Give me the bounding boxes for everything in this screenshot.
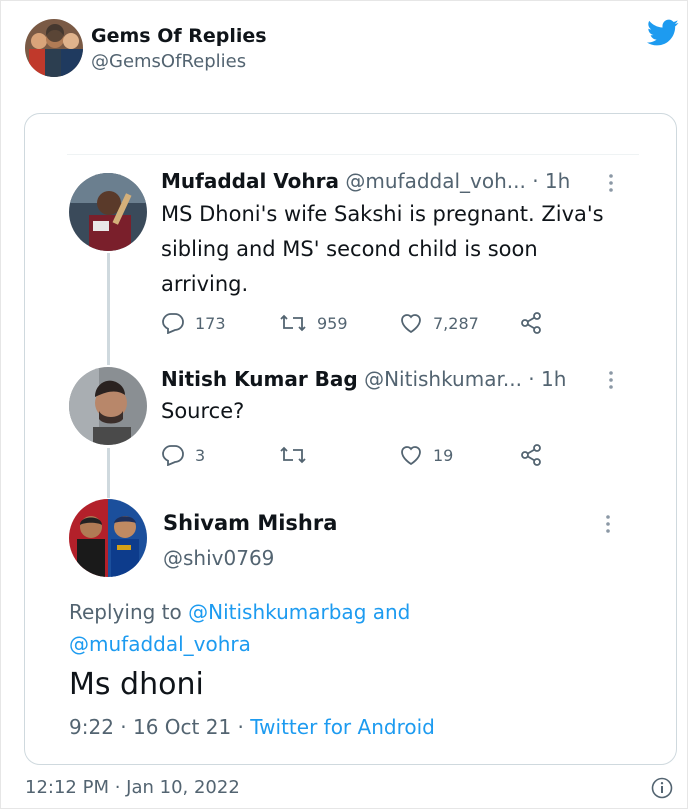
reply-button[interactable]: 173 — [161, 310, 226, 336]
divider — [67, 154, 639, 155]
heart-icon — [401, 446, 421, 466]
tweet-actions: 3 19 — [161, 442, 561, 468]
reply-icon — [162, 313, 184, 334]
share-button[interactable] — [519, 310, 553, 336]
like-count: 19 — [433, 445, 454, 465]
retweet-button[interactable] — [279, 442, 317, 468]
reply-button[interactable]: 3 — [161, 442, 205, 468]
tweet-text: Source? — [161, 399, 245, 423]
replying-to: Replying to @Nitishkumarbag and @mufadda… — [69, 596, 589, 660]
like-button[interactable]: 7,287 — [399, 310, 479, 336]
avatar-nitish[interactable] — [69, 367, 147, 445]
reply-text: Ms dhoni — [69, 667, 204, 702]
mention-link[interactable]: @mufaddal_vohra — [69, 632, 251, 656]
retweet-count: 959 — [317, 313, 348, 333]
more-options-icon[interactable] — [605, 514, 611, 534]
reply-timestamp[interactable]: 9:22 · 16 Oct 21 · — [69, 715, 244, 739]
retweet-icon — [280, 446, 306, 464]
retweet-button[interactable]: 959 — [279, 310, 348, 336]
more-options-icon[interactable] — [608, 173, 614, 193]
author-handle[interactable]: @GemsOfReplies — [91, 51, 246, 72]
tweet-author-name[interactable]: Mufaddal Vohra — [161, 169, 339, 193]
reply-meta: 9:22 · 16 Oct 21 · Twitter for Android — [69, 715, 435, 739]
author-name[interactable]: Gems Of Replies — [91, 25, 267, 47]
replying-prefix: Replying to — [69, 600, 182, 624]
twitter-bird-icon[interactable] — [647, 19, 679, 47]
tweet-timestamp[interactable]: 12:12 PM · Jan 10, 2022 — [25, 777, 240, 798]
tweet-author-name[interactable]: Nitish Kumar Bag — [161, 367, 358, 391]
reply-author-name[interactable]: Shivam Mishra — [163, 511, 337, 535]
avatar-mufaddal[interactable] — [69, 173, 147, 251]
tweet-card: Gems Of Replies @GemsOfReplies Mufaddal … — [0, 0, 688, 809]
info-icon[interactable] — [651, 777, 673, 799]
more-options-icon[interactable] — [608, 370, 614, 390]
share-button[interactable] — [519, 442, 553, 468]
share-icon — [521, 444, 541, 466]
tweet-text: MS Dhoni's wife Sakshi is pregnant. Ziva… — [161, 202, 604, 296]
reply-author-handle[interactable]: @shiv0769 — [163, 546, 274, 570]
like-button[interactable]: 19 — [399, 442, 453, 468]
replying-and: and — [372, 600, 411, 624]
thread-connector — [107, 253, 110, 365]
reply-count: 3 — [195, 445, 206, 465]
thread-connector — [107, 448, 110, 498]
tweet-author-handle[interactable]: @Nitishkumar... — [364, 367, 522, 391]
mention-link[interactable]: @Nitishkumarbag — [188, 600, 366, 624]
heart-icon — [401, 314, 421, 334]
avatar-shivam[interactable] — [69, 499, 147, 577]
tweet-time: · 1h — [528, 367, 567, 391]
tweet-author-handle[interactable]: @mufaddal_voh... — [345, 169, 525, 193]
share-icon — [521, 312, 541, 334]
retweet-icon — [280, 314, 306, 332]
reply-count: 173 — [195, 313, 226, 333]
tweet-time: · 1h — [532, 169, 571, 193]
reply-icon — [162, 445, 184, 466]
author-avatar[interactable] — [25, 19, 83, 77]
tweet-actions: 173 959 7,287 — [161, 310, 561, 336]
like-count: 7,287 — [433, 313, 479, 333]
reply-source[interactable]: Twitter for Android — [250, 715, 435, 739]
